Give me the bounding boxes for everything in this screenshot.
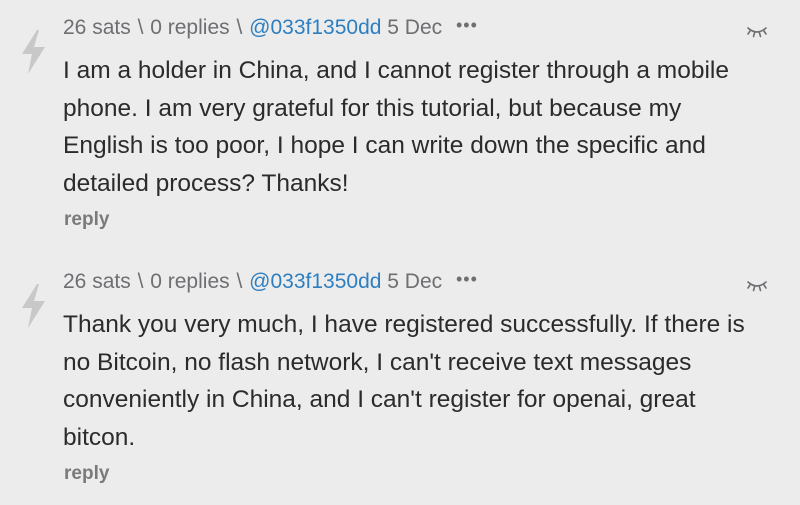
comment-meta: 26 sats \ 0 replies \ @033f1350dd 5 Dec … (63, 268, 478, 296)
more-options-icon[interactable]: ••• (456, 265, 478, 293)
replies-count[interactable]: 0 replies (150, 270, 229, 293)
meta-separator: \ (137, 16, 144, 39)
comment-text: I am a holder in China, and I cannot reg… (63, 57, 729, 197)
comment-thread: 26 sats \ 0 replies \ @033f1350dd 5 Dec … (0, 0, 800, 505)
collapse-eye-icon[interactable] (746, 24, 768, 38)
sats-count: 26 sats (63, 16, 131, 39)
comment-text: Thank you very much, I have registered s… (63, 311, 745, 451)
reply-button[interactable]: reply (64, 209, 109, 231)
comment-date[interactable]: 5 Dec (387, 16, 442, 39)
comment-date[interactable]: 5 Dec (387, 270, 442, 293)
reply-button[interactable]: reply (64, 463, 109, 485)
author-link[interactable]: @033f1350dd (249, 16, 381, 39)
collapse-eye-icon[interactable] (746, 278, 768, 292)
author-link[interactable]: @033f1350dd (249, 270, 381, 293)
comment-meta: 26 sats \ 0 replies \ @033f1350dd 5 Dec … (63, 14, 478, 42)
meta-separator: \ (236, 270, 243, 293)
lightning-bolt-icon[interactable] (20, 284, 46, 328)
meta-separator: \ (236, 16, 243, 39)
sats-count: 26 sats (63, 270, 131, 293)
replies-count[interactable]: 0 replies (150, 16, 229, 39)
meta-separator: \ (137, 270, 144, 293)
lightning-bolt-icon[interactable] (20, 30, 46, 74)
more-options-icon[interactable]: ••• (456, 11, 478, 39)
